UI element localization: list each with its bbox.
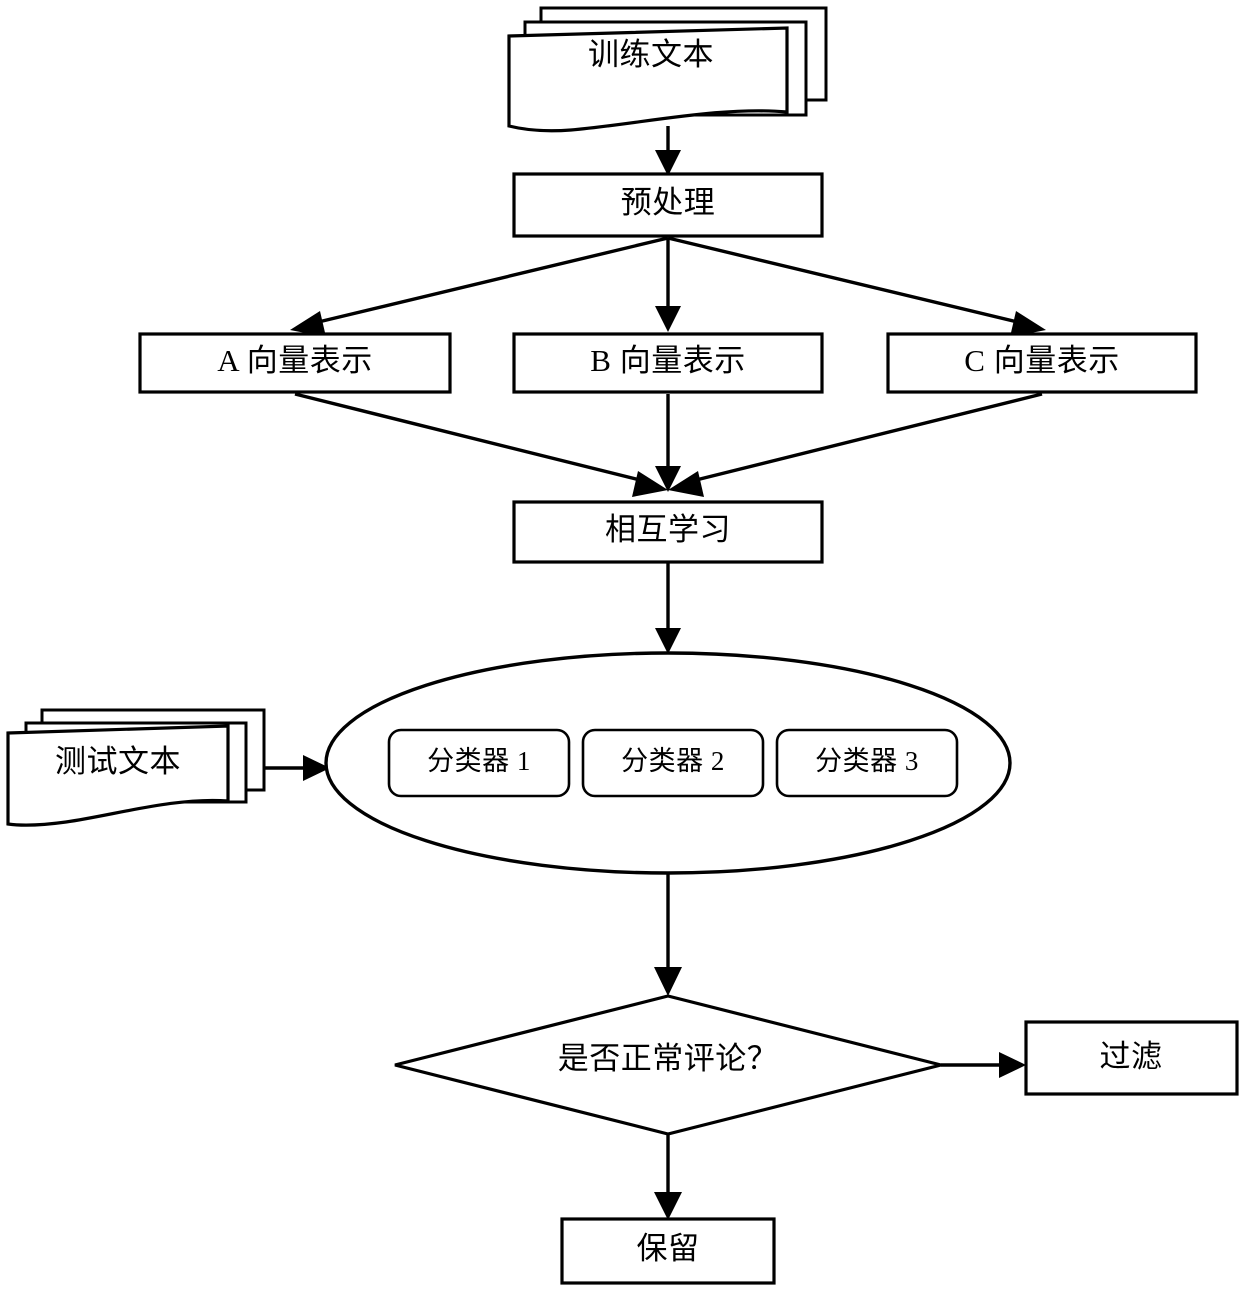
node-mutual-learning[interactable]: 相互学习 [512, 500, 824, 564]
node-vector-c[interactable]: C 向量表示 [886, 332, 1198, 394]
node-test-text[interactable]: 测试文本 [6, 708, 266, 827]
node-retain[interactable]: 保留 [560, 1217, 776, 1285]
mutual-learning-label: 相互学习 [605, 512, 731, 547]
node-classifier-group[interactable]: 分类器 1 分类器 2 分类器 3 [324, 651, 1012, 875]
edge-vector-a-to-mutual [294, 392, 668, 497]
classifier-2-label: 分类器 2 [621, 746, 725, 776]
classifier-1-label: 分类器 1 [427, 746, 531, 776]
edge-preprocess-to-vector-a [290, 236, 669, 337]
node-decision[interactable]: 是否正常评论？ [394, 994, 942, 1136]
edge-preprocess-to-vector-c [667, 236, 1046, 337]
classifier-3-label: 分类器 3 [815, 746, 919, 776]
node-classifier-2[interactable]: 分类器 2 [581, 728, 765, 798]
vector-b-label: B 向量表示 [590, 343, 745, 378]
edge-vector-c-to-mutual [668, 392, 1043, 497]
edge-decision-to-retain [654, 1134, 682, 1220]
edge-decision-to-filter [941, 1052, 1026, 1078]
edge-training-to-preprocess [655, 126, 681, 176]
node-classifier-3[interactable]: 分类器 3 [775, 728, 959, 798]
retain-label: 保留 [637, 1231, 700, 1266]
test-text-label: 测试文本 [55, 744, 181, 779]
decision-label: 是否正常评论？ [558, 1041, 779, 1076]
node-classifier-1[interactable]: 分类器 1 [387, 728, 571, 798]
vector-a-label: A 向量表示 [217, 343, 372, 378]
node-filter[interactable]: 过滤 [1024, 1020, 1239, 1096]
node-training-text[interactable]: 训练文本 [507, 6, 828, 133]
vector-c-label: C 向量表示 [964, 343, 1119, 378]
node-vector-b[interactable]: B 向量表示 [512, 332, 824, 394]
flowchart-canvas: 训练文本 预处理 A 向量表示 B 向量表示 C 向量表示 相互学习 测试文本 … [0, 0, 1240, 1290]
node-preprocess[interactable]: 预处理 [512, 172, 824, 238]
edge-mutual-to-classifiers [655, 562, 681, 654]
preprocess-label: 预处理 [621, 185, 716, 220]
edge-test-text-to-classifiers [264, 755, 330, 781]
edge-classifiers-to-decision [654, 872, 682, 996]
edge-preprocess-to-vector-b [655, 238, 681, 332]
filter-label: 过滤 [1100, 1039, 1163, 1074]
training-text-label: 训练文本 [588, 37, 714, 72]
node-vector-a[interactable]: A 向量表示 [138, 332, 452, 394]
edge-vector-b-to-mutual [655, 394, 681, 492]
flowchart-diagram: 训练文本 预处理 A 向量表示 B 向量表示 C 向量表示 相互学习 测试文本 … [6, 6, 1239, 1285]
